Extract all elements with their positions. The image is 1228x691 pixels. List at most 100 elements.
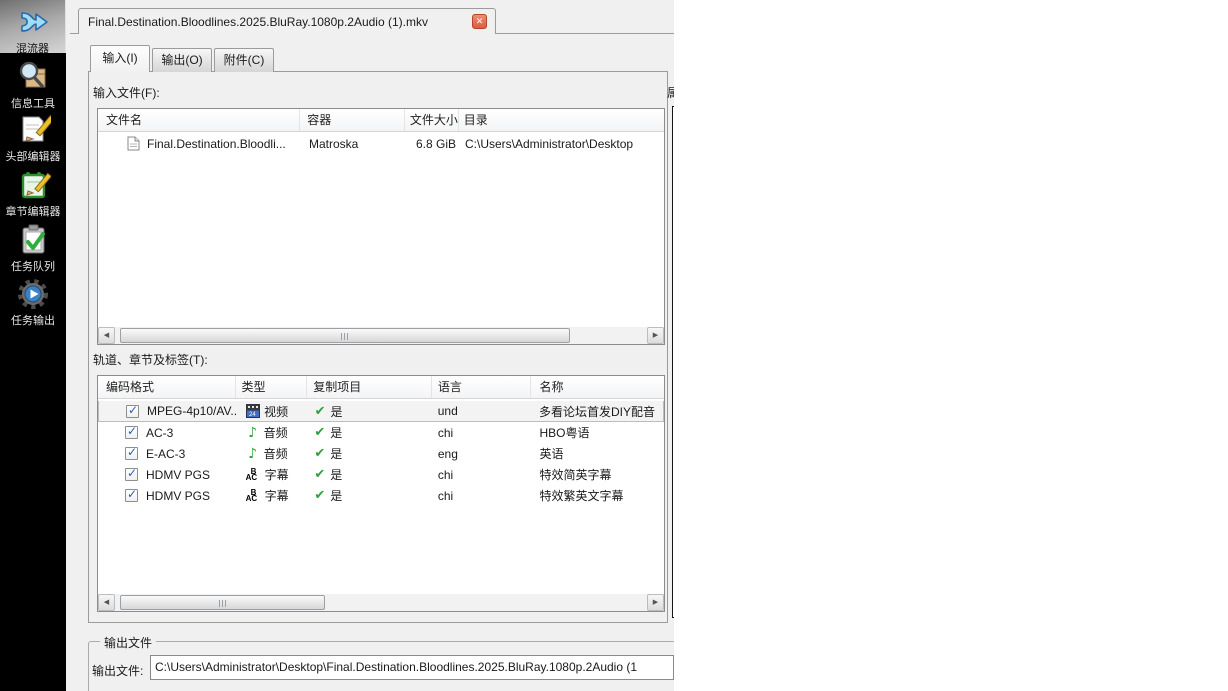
sidebar-item-label: 混流器: [0, 40, 65, 56]
close-tab-icon[interactable]: ✕: [472, 14, 487, 29]
codec-cell: ✓ E-AC-3: [98, 443, 236, 464]
type-text: 音频: [264, 445, 288, 462]
subtitle-icon: BAC: [246, 468, 261, 482]
sidebar-item-2[interactable]: 信息工具: [0, 55, 66, 102]
files-horizontal-scrollbar[interactable]: ◀ ▶: [98, 327, 664, 344]
codec-text: AC-3: [146, 426, 173, 440]
right-panel-clipped: [672, 106, 674, 618]
container-cell: Matroska: [301, 133, 406, 154]
column-header-4[interactable]: 目录: [459, 109, 664, 131]
info-tool-icon: [15, 58, 51, 94]
copy-text: 是: [330, 466, 342, 483]
column-header-3[interactable]: 复制项目: [307, 376, 432, 398]
open-file-tab[interactable]: Final.Destination.Bloodlines.2025.BluRay…: [78, 8, 496, 34]
tracks-label: 轨道、章节及标签(T):: [93, 351, 208, 368]
name-cell: 特效简英字幕: [531, 464, 664, 485]
language-cell: eng: [432, 443, 532, 464]
subtitle-icon: BAC: [246, 489, 261, 503]
codec-cell: ✓HDMV PGS: [98, 485, 236, 506]
codec-text: MPEG-4p10/AV...: [147, 404, 236, 418]
tab-O[interactable]: 输出(O): [152, 48, 212, 72]
track-row[interactable]: ✓E-AC-3♪音频✔是eng英语: [98, 443, 664, 464]
column-header-4[interactable]: 语言: [432, 376, 532, 398]
audio-icon: ♪: [246, 446, 260, 462]
column-header-3[interactable]: 文件大小: [405, 109, 459, 131]
sidebar-item-3[interactable]: 头部编辑器: [0, 108, 66, 158]
column-header-5[interactable]: 名称: [531, 376, 664, 398]
file-name-cell: Final.Destination.Bloodli...: [98, 133, 301, 154]
type-cell: 24 视频: [236, 401, 308, 421]
tracks-header[interactable]: 编码格式类型复制项目语言名称: [98, 376, 664, 399]
column-header-2[interactable]: 类型: [236, 376, 308, 398]
tracks-table[interactable]: 编码格式类型复制项目语言名称 ✓MPEG-4p10/AV...24视频✔是und…: [97, 375, 665, 612]
files-scrollbar-thumb[interactable]: [120, 328, 570, 343]
copy-cell: ✔是: [307, 485, 432, 506]
column-header-1[interactable]: 文件名: [98, 109, 300, 131]
sidebar-item-6[interactable]: 任务输出: [0, 272, 66, 322]
track-row[interactable]: ✓HDMV PGSBAC字幕✔是chi特效繁英文字幕: [98, 485, 664, 506]
codec-cell: ✓ AC-3: [98, 422, 236, 443]
file-name-text: Final.Destination.Bloodli...: [147, 137, 286, 151]
codec-text: E-AC-3: [146, 447, 185, 461]
column-header-2[interactable]: 容器: [300, 109, 405, 131]
tab-I[interactable]: 输入(I): [90, 45, 150, 72]
tracks-scrollbar-thumb[interactable]: [120, 595, 325, 610]
job-queue-icon: [15, 221, 51, 257]
checkbox[interactable]: ✓: [125, 447, 138, 460]
job-output-icon: [15, 275, 51, 311]
sidebar-item-4[interactable]: 章节编辑器: [0, 163, 66, 213]
sidebar: 混流器信息工具头部编辑器章节编辑器任务队列任务输出: [0, 0, 66, 691]
checkbox[interactable]: ✓: [125, 426, 138, 439]
track-row[interactable]: ✓AC-3♪音频✔是chiHBO粤语: [98, 422, 664, 443]
sidebar-item-5[interactable]: 任务队列: [0, 218, 66, 267]
tab-C[interactable]: 附件(C): [214, 48, 274, 72]
video-icon: 24: [246, 404, 260, 418]
merge-icon: [15, 3, 51, 39]
input-files-header[interactable]: 文件名容器文件大小目录: [98, 109, 664, 132]
output-group-legend: 输出文件: [100, 634, 156, 651]
svg-text:24: 24: [249, 412, 256, 418]
file-row[interactable]: Final.Destination.Bloodli...Matroska6.8 …: [98, 133, 664, 154]
language-cell: und: [432, 401, 531, 421]
checkbox[interactable]: ✓: [126, 405, 139, 418]
sidebar-item-label: 章节编辑器: [0, 203, 66, 219]
type-text: 视频: [264, 403, 288, 420]
copy-cell: ✔是: [307, 422, 432, 443]
type-cell: BAC 字幕: [236, 464, 308, 485]
language-cell: chi: [432, 422, 532, 443]
input-files-table[interactable]: 文件名容器文件大小目录 Final.Destination.Bloodli...…: [97, 108, 665, 345]
type-text: 字幕: [265, 487, 289, 504]
copy-text: 是: [330, 487, 342, 504]
scroll-left-icon[interactable]: ◀: [98, 594, 115, 611]
column-header-1[interactable]: 编码格式: [98, 376, 236, 398]
type-cell: BAC 字幕: [236, 485, 308, 506]
codec-cell: ✓ MPEG-4p10/AV...: [99, 401, 236, 421]
copy-check-icon: ✔: [314, 488, 325, 503]
copy-check-icon: ✔: [314, 425, 325, 440]
file-icon: [127, 136, 140, 151]
scroll-left-icon[interactable]: ◀: [98, 327, 115, 344]
audio-icon: ♪: [246, 425, 260, 441]
type-text: 字幕: [265, 466, 289, 483]
directory-cell: C:\Users\Administrator\Desktop: [460, 133, 633, 154]
name-cell: 多看论坛首发DIY配音: [531, 401, 663, 421]
sidebar-item-label: 任务输出: [0, 312, 66, 328]
input-files-label: 输入文件(F):: [93, 84, 160, 101]
checkbox[interactable]: ✓: [125, 489, 138, 502]
sidebar-item-1[interactable]: 混流器: [0, 0, 66, 53]
track-row[interactable]: ✓HDMV PGSBAC字幕✔是chi特效简英字幕: [98, 464, 664, 485]
output-file-label: 输出文件:: [92, 662, 143, 679]
scroll-right-icon[interactable]: ▶: [647, 594, 664, 611]
sidebar-item-label: 头部编辑器: [0, 148, 66, 164]
chapter-editor-icon: [15, 166, 51, 202]
copy-text: 是: [331, 403, 343, 420]
name-cell: HBO粤语: [531, 422, 664, 443]
scroll-right-icon[interactable]: ▶: [647, 327, 664, 344]
tracks-horizontal-scrollbar[interactable]: ◀ ▶: [98, 594, 664, 611]
output-file-input[interactable]: C:\Users\Administrator\Desktop\Final.Des…: [150, 655, 674, 680]
copy-check-icon: ✔: [314, 446, 325, 461]
track-row[interactable]: ✓MPEG-4p10/AV...24视频✔是und多看论坛首发DIY配音: [98, 401, 664, 422]
checkbox[interactable]: ✓: [125, 468, 138, 481]
clipped-right-panel-label: 属: [667, 84, 674, 101]
copy-cell: ✔是: [307, 464, 432, 485]
